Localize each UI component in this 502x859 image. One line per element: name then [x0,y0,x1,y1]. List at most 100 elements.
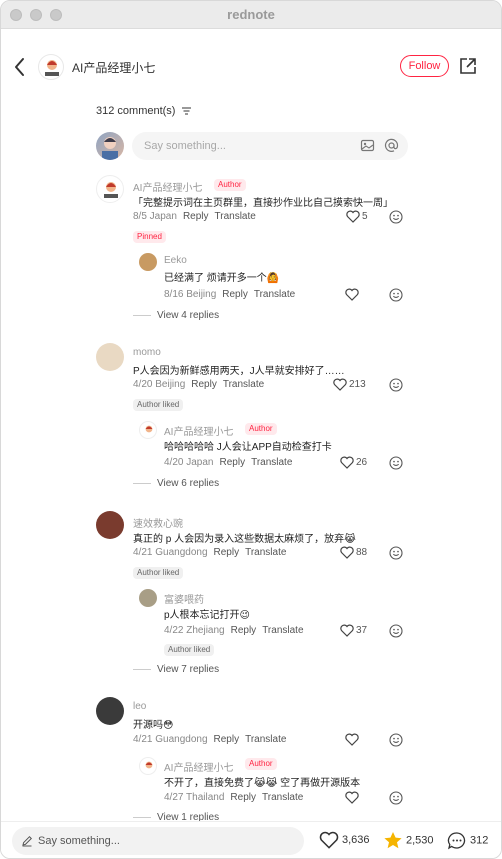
emoji-react-icon[interactable] [389,791,403,805]
follow-button[interactable]: Follow [400,55,449,77]
post-collect-button[interactable]: 2,530 [383,831,434,850]
commenter-name[interactable]: momo [133,347,161,358]
commenter-name[interactable]: 富婆喂药 [164,591,204,606]
like-button[interactable]: 37 [340,624,367,637]
comment-text: 开源吗😳 [133,720,174,731]
reply-button[interactable]: Reply [214,734,240,745]
comment-text: 真正的 p 人会因为录入这些数据太麻烦了，放弃😹 [133,534,356,545]
sort-icon[interactable] [181,107,191,115]
back-arrow-icon[interactable] [11,56,29,78]
emoji-react-icon[interactable] [389,546,403,560]
translate-button[interactable]: Translate [251,457,292,468]
bottom-input-placeholder: Say something... [38,835,120,847]
emoji-react-icon[interactable] [389,210,403,224]
view-replies-label: View 6 replies [157,478,220,489]
comment-text: 哈哈哈哈哈 J人会让APP自动检查打卡 [164,442,332,453]
comment-count: 312 comment(s) [96,105,191,117]
comment-meta: 4/21 Guangdong Reply Translate [133,734,286,745]
like-button[interactable] [345,733,361,746]
mention-icon[interactable] [384,138,399,153]
share-icon[interactable] [458,56,478,76]
comment-date-location: 8/16 Beijing [164,289,217,300]
translate-button[interactable]: Translate [254,289,295,300]
commenter-name[interactable]: Eeko [164,255,187,266]
reply-button[interactable]: Reply [183,211,209,222]
view-replies-link[interactable]: View 7 replies [133,664,219,675]
commenter-avatar[interactable] [139,757,157,775]
view-replies-label: View 4 replies [157,310,220,321]
window-title: rednote [227,7,275,22]
author-liked-badge: Author liked [133,399,184,411]
emoji-react-icon[interactable] [389,456,403,470]
commenter-name[interactable]: 速效救心豌 [133,515,183,530]
author-liked-badge: Author liked [164,644,215,656]
commenter-avatar[interactable] [96,697,124,725]
like-count: 26 [356,457,368,469]
like-count: 5 [362,211,368,223]
post-header: AI产品经理小七 Follow [1,49,501,85]
comment-meta: 4/22 Zhejiang Reply Translate [164,625,304,636]
translate-button[interactable]: Translate [215,211,256,222]
emoji-react-icon[interactable] [389,624,403,638]
comment-text: 已经满了 烦请开多一个🙆 [164,273,280,284]
commenter-avatar[interactable] [139,589,157,607]
heart-icon [319,831,339,849]
like-button[interactable] [345,288,361,301]
emoji-react-icon[interactable] [389,288,403,302]
author-badge: Author [245,758,277,770]
reply-button[interactable]: Reply [230,792,256,803]
author-badge: Author [245,423,277,435]
comment-bubble-icon [447,832,466,850]
translate-button[interactable]: Translate [245,547,286,558]
like-button[interactable]: 88 [340,546,367,559]
heart-icon [340,546,354,559]
pencil-icon [22,835,33,847]
like-button[interactable]: 26 [340,456,367,469]
commenter-avatar[interactable] [139,421,157,439]
heart-icon [340,624,354,637]
comment-input-placeholder: Say something... [144,140,226,152]
commenter-name[interactable]: AI产品经理小七 [133,179,202,194]
emoji-react-icon[interactable] [389,733,403,747]
post-comment-count: 312 [470,834,489,847]
title-bar: rednote [1,1,501,29]
post-like-button[interactable]: 3,636 [319,831,370,849]
commenter-avatar[interactable] [96,343,124,371]
comment-text: P人会因为新鲜感用两天，J人早就安排好了…… [133,366,345,377]
comment-count-label: 312 comment(s) [96,105,176,117]
reply-button[interactable]: Reply [231,625,257,636]
like-button[interactable]: 213 [333,378,366,391]
like-button[interactable]: 5 [346,210,368,223]
view-replies-link[interactable]: View 6 replies [133,478,219,489]
reply-button[interactable]: Reply [191,379,217,390]
translate-button[interactable]: Translate [223,379,264,390]
image-icon[interactable] [360,138,375,153]
view-replies-link[interactable]: View 4 replies [133,310,219,321]
like-button[interactable] [345,791,361,804]
commenter-name[interactable]: leo [133,701,146,712]
translate-button[interactable]: Translate [262,792,303,803]
commenter-avatar[interactable] [139,253,157,271]
post-comment-button[interactable]: 312 [447,831,488,850]
heart-icon [340,456,354,469]
like-count: 88 [356,547,368,559]
reply-button[interactable]: Reply [214,547,240,558]
commenter-avatar[interactable] [96,511,124,539]
emoji-react-icon[interactable] [389,378,403,392]
author-avatar[interactable] [38,54,64,80]
bottom-comment-input[interactable]: Say something... [12,827,304,855]
author-badge: Author [214,179,246,191]
commenter-name[interactable]: AI产品经理小七 [164,423,233,438]
reply-button[interactable]: Reply [222,289,248,300]
author-name[interactable]: AI产品经理小七 [72,59,155,76]
heart-icon [345,733,359,746]
comment-date-location: 4/21 Guangdong [133,547,208,558]
comment-text: 不开了，直接免费了😹😹 空了再做开源版本 [164,778,361,789]
translate-button[interactable]: Translate [262,625,303,636]
reply-button[interactable]: Reply [220,457,246,468]
comment-input[interactable]: Say something... [132,132,408,160]
translate-button[interactable]: Translate [245,734,286,745]
like-count: 213 [349,379,366,391]
commenter-name[interactable]: AI产品经理小七 [164,759,233,774]
commenter-avatar[interactable] [96,175,124,203]
